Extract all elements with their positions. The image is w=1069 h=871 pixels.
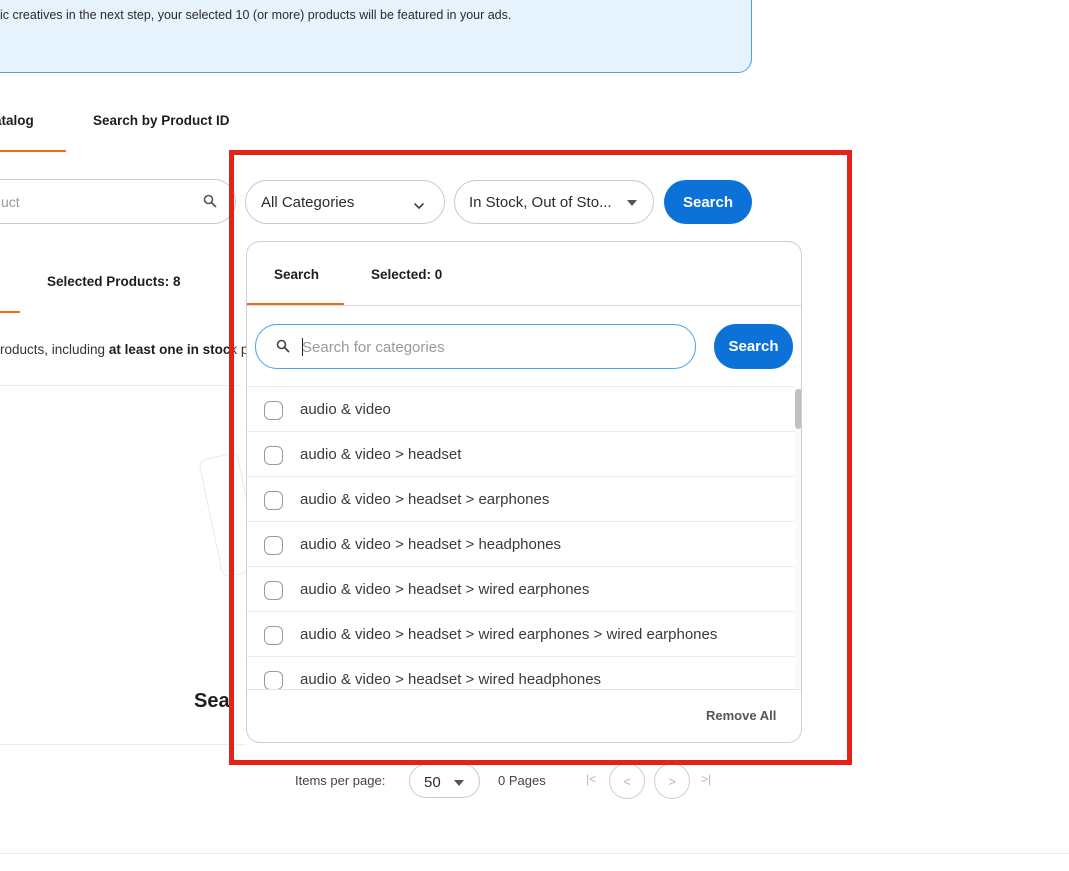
- search-icon[interactable]: [203, 194, 217, 213]
- active-tab-indicator: [247, 303, 344, 305]
- selected-products-tab[interactable]: Selected Products: 8: [47, 274, 181, 289]
- page-count: 0 Pages: [498, 773, 546, 788]
- category-list: audio & video audio & video > headset au…: [247, 387, 795, 689]
- divider: [0, 744, 246, 745]
- remove-all-button[interactable]: Remove All: [706, 708, 776, 723]
- category-select-value: All Categories: [261, 194, 355, 211]
- scrollbar-thumb[interactable]: [795, 389, 801, 429]
- category-checkbox[interactable]: [264, 626, 283, 645]
- category-label: audio & video > headset > headphones: [300, 536, 562, 553]
- category-label: audio & video: [300, 401, 391, 418]
- category-item[interactable]: audio & video > headset > earphones: [247, 477, 795, 522]
- tab-catalog[interactable]: atalog: [0, 113, 34, 128]
- search-icon: [276, 339, 290, 358]
- tab-search[interactable]: Search: [274, 267, 319, 282]
- category-item[interactable]: audio & video > headset > headphones: [247, 522, 795, 567]
- category-checkbox[interactable]: [264, 536, 283, 555]
- category-item[interactable]: audio & video > headset > wired headphon…: [247, 657, 795, 689]
- category-label: audio & video > headset: [300, 446, 462, 463]
- items-per-page-label: Items per page:: [295, 773, 386, 788]
- tab-search-by-product-id[interactable]: Search by Product ID: [93, 113, 230, 128]
- category-label: audio & video > headset > earphones: [300, 491, 550, 508]
- items-per-page-select[interactable]: 50: [409, 764, 480, 798]
- active-tab-indicator: [0, 150, 66, 152]
- category-checkbox[interactable]: [264, 446, 283, 465]
- divider: [0, 385, 240, 386]
- category-search-input[interactable]: [302, 335, 682, 359]
- text-cursor: [302, 338, 303, 356]
- product-search-input[interactable]: uct: [0, 179, 236, 224]
- search-button[interactable]: Search: [664, 180, 752, 224]
- stock-status-value: In Stock, Out of Sto...: [469, 194, 612, 211]
- category-select[interactable]: All Categories: [245, 180, 445, 224]
- items-per-page-value: 50: [424, 774, 441, 791]
- chevron-down-icon: [413, 197, 425, 215]
- footer-divider: [0, 853, 1069, 854]
- stock-status-select[interactable]: In Stock, Out of Sto...: [454, 180, 654, 224]
- last-page-icon[interactable]: >|: [701, 772, 711, 786]
- divider: [247, 689, 801, 690]
- prev-page-button[interactable]: <: [609, 763, 645, 799]
- category-checkbox[interactable]: [264, 581, 283, 600]
- category-label: audio & video > headset > wired headphon…: [300, 671, 602, 688]
- empty-state-heading: Sea: [194, 690, 230, 712]
- category-search-button[interactable]: Search: [714, 324, 793, 369]
- category-checkbox[interactable]: [264, 491, 283, 510]
- category-label: audio & video > headset > wired earphone…: [300, 581, 590, 598]
- caret-down-icon: [454, 780, 464, 786]
- product-search-placeholder: uct: [1, 194, 20, 210]
- selection-notice: roducts, including at least one in stock…: [0, 342, 249, 357]
- category-item[interactable]: audio & video > headset > wired earphone…: [247, 567, 795, 612]
- category-label: audio & video > headset > wired earphone…: [300, 626, 718, 643]
- category-dropdown-panel: Search Selected: 0 Search audio & video …: [246, 241, 802, 743]
- next-page-button[interactable]: >: [654, 763, 690, 799]
- scrollbar-track[interactable]: [795, 387, 801, 689]
- sub-tab-indicator: [0, 311, 20, 313]
- divider: [247, 305, 801, 306]
- category-checkbox[interactable]: [264, 671, 283, 689]
- first-page-icon[interactable]: |<: [586, 772, 596, 786]
- info-banner-text: ic creatives in the next step, your sele…: [0, 8, 512, 22]
- category-checkbox[interactable]: [264, 401, 283, 420]
- caret-down-icon: [627, 200, 637, 206]
- category-search-field[interactable]: [255, 324, 696, 369]
- tab-selected[interactable]: Selected: 0: [371, 267, 442, 282]
- category-item[interactable]: audio & video: [247, 387, 795, 432]
- category-item[interactable]: audio & video > headset > wired earphone…: [247, 612, 795, 657]
- category-item[interactable]: audio & video > headset: [247, 432, 795, 477]
